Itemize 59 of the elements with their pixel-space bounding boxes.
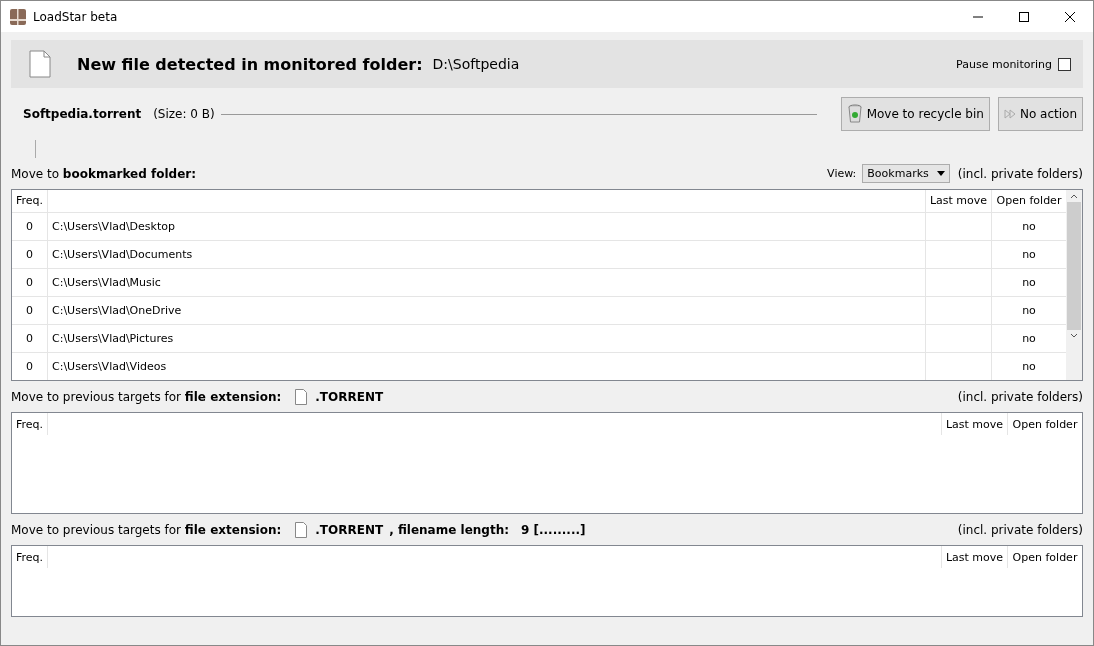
freq-cell: 0: [12, 240, 48, 268]
file-extension: .TORRENT: [315, 389, 384, 404]
column-header[interactable]: Last move: [942, 413, 1008, 435]
scrollbar[interactable]: [1066, 190, 1082, 380]
scroll-up-icon[interactable]: [1070, 193, 1078, 199]
dropdown-arrow-icon: [936, 171, 945, 176]
open-folder-cell-text: no: [1021, 302, 1037, 319]
private-folders-note: (incl. private folders): [957, 389, 1083, 404]
column-header[interactable]: Freq.: [12, 413, 48, 435]
folder-path: D:\Softpedia: [432, 56, 520, 72]
folder-path-cell[interactable]: C:\Users\Vlad\Desktop: [48, 212, 926, 240]
open-folder-cell-text: no: [1021, 330, 1037, 347]
section-label: Move to bookmarked folder:: [11, 166, 197, 181]
column-header[interactable]: Freq.: [12, 190, 48, 212]
file-size: (Size: 0 B): [153, 107, 215, 121]
fast-forward-icon: [1003, 109, 1016, 119]
file-icon: [295, 521, 308, 538]
open-folder-cell-text: no: [1021, 218, 1037, 235]
freq-cell: 0: [12, 268, 48, 296]
open-folder-cell-text: no: [1021, 246, 1037, 263]
scroll-down-icon[interactable]: [1070, 333, 1078, 339]
file-extension: .TORRENT: [315, 522, 384, 537]
column-header[interactable]: Last move: [926, 190, 992, 212]
recycle-bin-icon: [846, 104, 863, 124]
folder-path-cell[interactable]: C:\Users\Vlad\Music: [48, 268, 926, 296]
view-label: View:: [827, 167, 857, 180]
recycle-bin-button[interactable]: Move to recycle bin: [840, 97, 990, 131]
header-title: New file detected in monitored folder:: [77, 54, 423, 74]
section-label: Move to previous targets for file extension:: [11, 522, 282, 537]
column-header[interactable]: Open folder: [1008, 413, 1082, 435]
view-dropdown[interactable]: Bookmarks: [862, 164, 950, 183]
column-header[interactable]: Open folder: [992, 190, 1066, 212]
close-icon[interactable]: [1064, 10, 1076, 23]
section-label: Move to previous targets for file extension:: [11, 389, 282, 404]
freq-cell: 0: [12, 324, 48, 352]
folder-path-cell[interactable]: C:\Users\Vlad\Videos: [48, 352, 926, 380]
filename-length-label: , filename length:: [389, 522, 509, 537]
pause-monitoring-checkbox[interactable]: Pause monitoring: [956, 57, 1071, 71]
filename-length-value: 9 [.........]: [521, 522, 586, 537]
file-name: Softpedia.torrent: [23, 107, 142, 121]
freq-cell: 0: [12, 212, 48, 240]
folder-path-cell[interactable]: C:\Users\Vlad\Pictures: [48, 324, 926, 352]
private-folders-note: (incl. private folders): [957, 522, 1083, 537]
freq-cell: 0: [12, 352, 48, 380]
folder-path-cell[interactable]: C:\Users\Vlad\OneDrive: [48, 296, 926, 324]
column-header[interactable]: Last move: [942, 546, 1008, 568]
column-header[interactable]: Open folder: [1008, 546, 1082, 568]
app-logo-icon: [9, 7, 27, 26]
freq-cell: 0: [12, 296, 48, 324]
no-action-button[interactable]: No action: [997, 97, 1083, 131]
column-header[interactable]: Freq.: [12, 546, 48, 568]
open-folder-cell-text: no: [1021, 359, 1037, 375]
file-icon: [29, 50, 51, 78]
private-folders-note: (incl. private folders): [957, 166, 1083, 181]
file-icon: [295, 388, 308, 405]
maximize-icon[interactable]: [1018, 10, 1030, 23]
window-title: LoadStar beta: [33, 9, 118, 24]
folder-path-cell[interactable]: C:\Users\Vlad\Documents: [48, 240, 926, 268]
open-folder-cell-text: no: [1021, 274, 1037, 291]
